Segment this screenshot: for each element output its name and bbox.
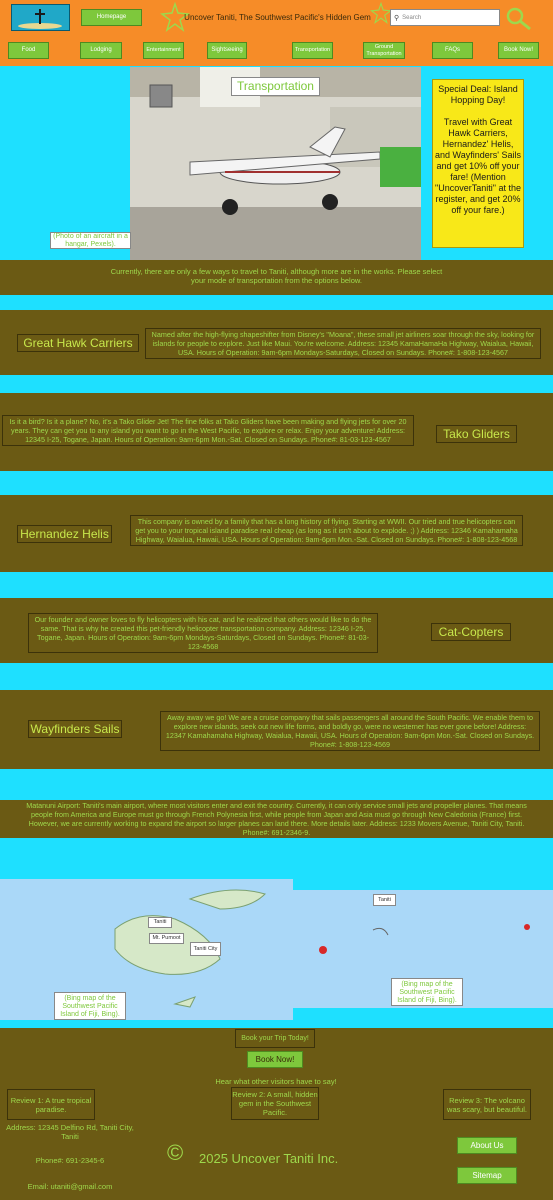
- intro-text: Currently, there are only a few ways to …: [110, 267, 443, 285]
- company-description: Away away we go! We are a cruise company…: [160, 711, 540, 751]
- island-cross-icon: [12, 5, 69, 30]
- sitemap-button[interactable]: Sitemap: [457, 1167, 517, 1184]
- footer-address: Address: 12345 Delfino Rd, Taniti City, …: [6, 1123, 134, 1141]
- deal-title: Special Deal: Island Hopping Day!: [438, 84, 518, 105]
- starfish-icon: [370, 2, 392, 24]
- magnifier-icon: [506, 7, 531, 31]
- fiji-map-left[interactable]: [0, 879, 293, 1020]
- map-label: Taniti City: [190, 942, 221, 956]
- map-image: [0, 879, 293, 1020]
- main-nav: Food Lodging Entertainment Sightseeing T…: [0, 36, 553, 66]
- nav-sightseeing[interactable]: Sightseeing: [207, 42, 247, 59]
- search-icon: ⚲: [394, 14, 400, 22]
- map-label: Mt. Pumoot: [149, 933, 184, 944]
- site-header: Homepage Uncover Taniti, The Southwest P…: [0, 0, 553, 36]
- search-button[interactable]: [502, 4, 534, 32]
- deal-text: Travel with Great Hawk Carriers, Hernand…: [435, 117, 521, 215]
- nav-ground-transportation[interactable]: Ground Transportation: [363, 42, 405, 59]
- company-name[interactable]: Great Hawk Carriers: [17, 334, 139, 352]
- company-description: Is it a bird? Is it a plane? No, it's a …: [2, 415, 414, 446]
- nav-entertainment[interactable]: Entertainment: [143, 42, 184, 59]
- intro-section: Currently, there are only a few ways to …: [0, 260, 553, 295]
- nav-food[interactable]: Food: [8, 42, 49, 59]
- map-label: Taniti: [148, 917, 172, 928]
- company-description: This company is owned by a family that h…: [130, 515, 523, 546]
- special-deal-box: Special Deal: Island Hopping Day! Travel…: [432, 79, 524, 248]
- review-card: Review 2: A small, hidden gem in the Sou…: [231, 1087, 319, 1120]
- logo[interactable]: [11, 4, 70, 31]
- company-name[interactable]: Hernandez Helis: [17, 525, 112, 543]
- site-footer: Address: 12345 Delfino Rd, Taniti City, …: [0, 1120, 553, 1200]
- airport-text: Matanuni Airport: Taniti's main airport,…: [26, 801, 527, 837]
- page-title: Transportation: [231, 77, 320, 96]
- review-card: Review 3: The volcano was scary, but bea…: [443, 1089, 531, 1120]
- nav-faqs[interactable]: FAQs: [432, 42, 473, 59]
- about-us-button[interactable]: About Us: [457, 1137, 517, 1154]
- footer-phone: Phone#: 691-2345-6: [35, 1156, 105, 1165]
- company-section: Hernandez Helis This company is owned by…: [0, 495, 553, 572]
- company-description: Named after the high-flying shapeshifter…: [145, 328, 541, 359]
- map-label: Taniti: [373, 894, 396, 906]
- reviews-heading: Hear what other visitors have to say!: [215, 1077, 337, 1086]
- site-title: Uncover Taniti, The Southwest Pacific's …: [184, 13, 371, 22]
- footer-email[interactable]: Email: utaniti@gmail.com: [15, 1182, 125, 1191]
- company-description: Our founder and owner loves to fly helic…: [28, 613, 378, 653]
- nav-transportation[interactable]: Transportation: [292, 42, 333, 59]
- hero-caption: (Photo of an aircraft in a hangar, Pexel…: [50, 232, 131, 249]
- company-section: Wayfinders Sails Away away we go! We are…: [0, 690, 553, 769]
- map-caption: (Bing map of the Southwest Pacific Islan…: [391, 978, 463, 1006]
- map-pin-icon: [319, 946, 327, 954]
- company-section: Our founder and owner loves to fly helic…: [0, 598, 553, 663]
- company-name[interactable]: Cat-Copters: [431, 623, 511, 641]
- booking-label: Book your Trip Today!: [235, 1029, 315, 1048]
- copyright-text: 2025 Uncover Taniti Inc.: [199, 1151, 339, 1166]
- book-now-button[interactable]: Book Now!: [247, 1051, 303, 1068]
- nav-lodging[interactable]: Lodging: [80, 42, 122, 59]
- airport-section: Matanuni Airport: Taniti's main airport,…: [0, 800, 553, 838]
- booking-section: Book your Trip Today! Book Now! Hear wha…: [0, 1028, 553, 1120]
- search-input[interactable]: ⚲ Search: [390, 9, 500, 26]
- map-pin-icon: [524, 924, 530, 930]
- copyright-icon: ©: [167, 1140, 184, 1165]
- company-section: Great Hawk Carriers Named after the high…: [0, 310, 553, 375]
- company-section: Is it a bird? Is it a plane? No, it's a …: [0, 393, 553, 471]
- map-caption: (Bing map of the Southwest Pacific Islan…: [54, 992, 126, 1020]
- company-name[interactable]: Wayfinders Sails: [28, 720, 122, 738]
- homepage-button[interactable]: Homepage: [81, 9, 142, 26]
- company-name[interactable]: Tako Gliders: [436, 425, 517, 443]
- review-card: Review 1: A true tropical paradise.: [7, 1089, 95, 1120]
- nav-book-now[interactable]: Book Now!: [498, 42, 539, 59]
